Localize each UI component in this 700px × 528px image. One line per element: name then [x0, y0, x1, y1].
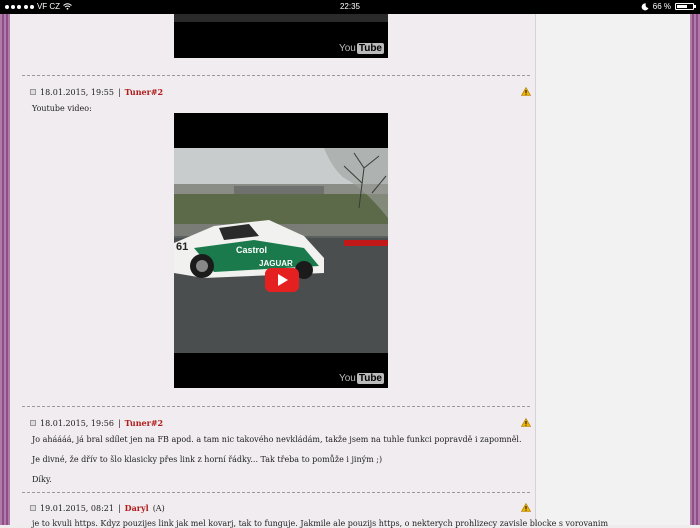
post-bullet-icon	[30, 420, 36, 426]
left-stripe-decoration	[0, 14, 10, 525]
post-author-link[interactable]: Daryl	[125, 503, 149, 513]
post-separator	[22, 75, 530, 76]
post-author-link[interactable]: Tuner#2	[125, 87, 163, 97]
svg-text:61: 61	[176, 241, 188, 253]
post-header: 18.01.2015, 19:56 | Tuner#2	[30, 418, 163, 428]
battery-icon	[675, 3, 696, 10]
post-author-role: (A)	[152, 503, 165, 513]
play-button[interactable]	[265, 268, 299, 292]
svg-text:JAGUAR: JAGUAR	[259, 259, 293, 268]
post-separator-bar: |	[117, 503, 121, 513]
post-bullet-icon	[30, 505, 36, 511]
post-paragraph: Je divné, že dřív to šlo klasicky přes l…	[32, 455, 383, 464]
report-warning-icon[interactable]	[521, 418, 531, 427]
youtube-video-embed-previous[interactable]: You Tube	[174, 14, 388, 58]
youtube-video-embed[interactable]: Castrol JAGUAR 61 You Tube	[174, 113, 388, 388]
clock: 22:35	[339, 2, 361, 11]
post-paragraph: Díky.	[32, 475, 52, 484]
post-separator	[22, 406, 530, 407]
status-bar: VF CZ 22:35 66 %	[0, 0, 700, 14]
post-body: Youtube video:	[32, 104, 92, 113]
post-body: je to kvuli https. Kdyz pouzijes link ja…	[32, 519, 609, 528]
right-stripe-decoration	[690, 14, 700, 525]
youtube-logo: You Tube	[338, 373, 384, 384]
svg-text:Castrol: Castrol	[236, 245, 267, 255]
post-author-link[interactable]: Tuner#2	[125, 418, 163, 428]
report-warning-icon[interactable]	[521, 503, 531, 512]
youtube-logo: You Tube	[338, 43, 384, 54]
status-right: 66 %	[641, 2, 696, 11]
post-header: 18.01.2015, 19:55 | Tuner#2	[30, 87, 163, 97]
post-header: 19.01.2015, 08:21 | Daryl (A)	[30, 503, 165, 513]
post-separator-bar: |	[117, 418, 121, 428]
post-paragraph: Jo aháááá, já bral sdílet jen na FB apod…	[32, 435, 522, 444]
post-date: 18.01.2015, 19:56	[40, 418, 114, 428]
right-sidebar	[535, 14, 691, 525]
video-thumbnail: Castrol JAGUAR 61	[174, 148, 388, 353]
post-bullet-icon	[30, 89, 36, 95]
post-separator-bar: |	[117, 87, 121, 97]
post-separator	[22, 492, 530, 493]
race-car-thumbnail-image: Castrol JAGUAR 61	[174, 148, 388, 353]
report-warning-icon[interactable]	[521, 87, 531, 96]
post-date: 18.01.2015, 19:55	[40, 87, 114, 97]
moon-icon	[641, 2, 649, 10]
battery-percent: 66 %	[652, 2, 671, 11]
post-date: 19.01.2015, 08:21	[40, 503, 114, 513]
